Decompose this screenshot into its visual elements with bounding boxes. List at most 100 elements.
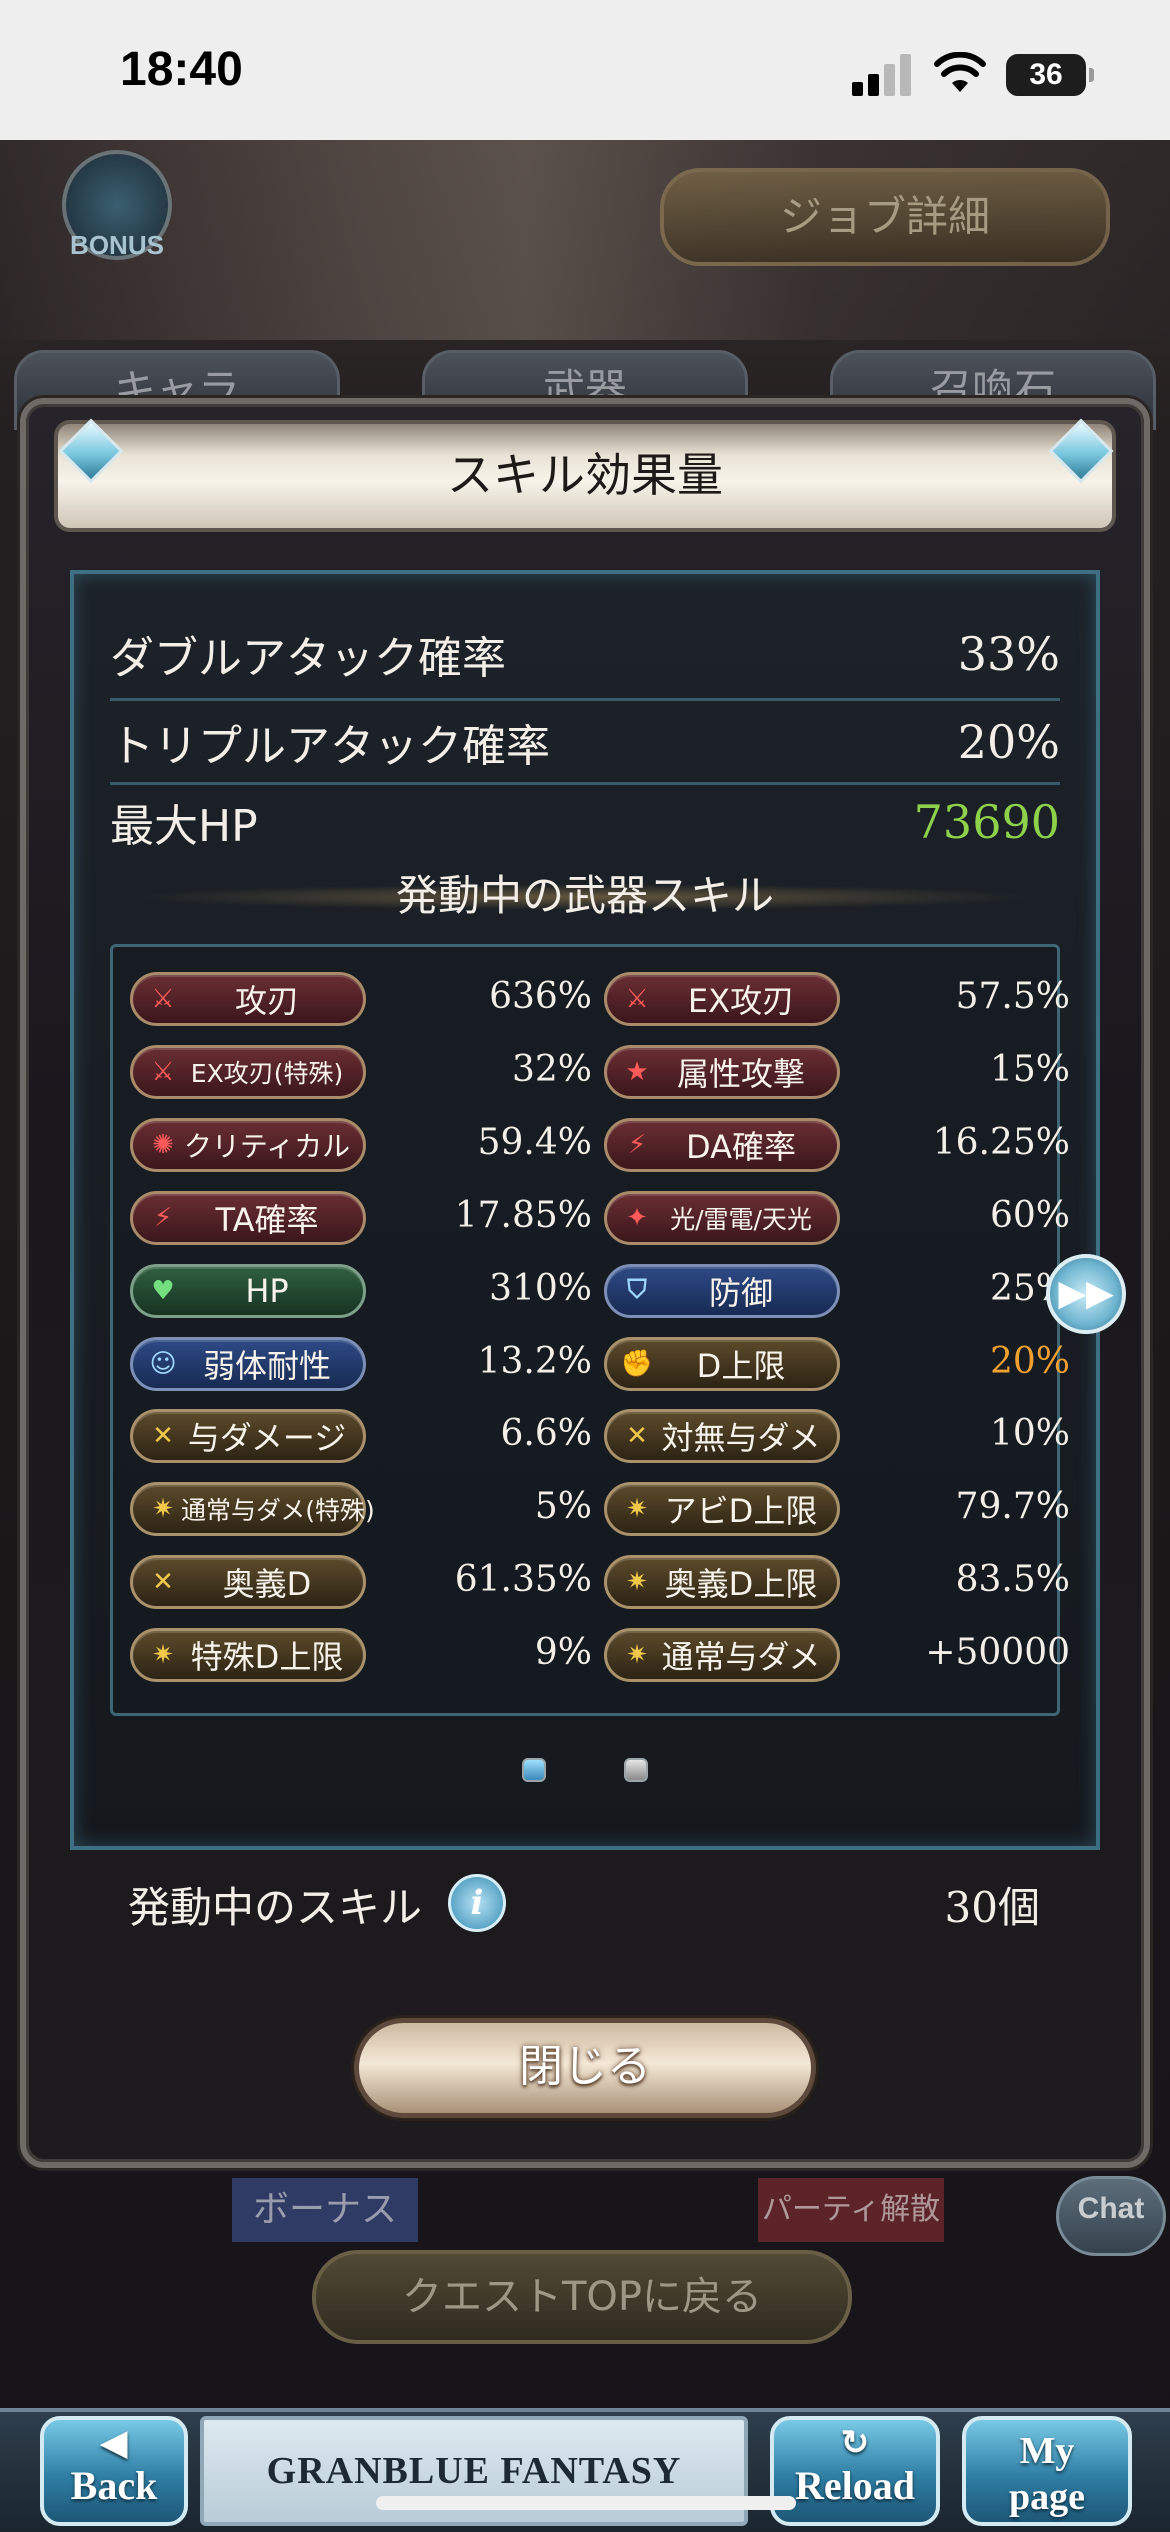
active-skills-count: 30個 (944, 1883, 1040, 1932)
skill-badge: ✷ 通常与ダメ(特殊) (130, 1482, 375, 1537)
signal-icon (852, 54, 914, 96)
skill-badge: ⛉ 防御 (604, 1263, 840, 1318)
skill-label: EX攻刃 (687, 982, 795, 1020)
skill-badge: ✷ アビD上限 (604, 1482, 840, 1537)
page-dot[interactable] (624, 1758, 648, 1782)
skill-label: 属性攻撃 (676, 1054, 805, 1093)
skill-label: HP (245, 1271, 289, 1310)
stat-label: 最大HP (110, 801, 258, 852)
skill-value: 57.5% (955, 976, 1070, 1017)
bonus-badge-label: BONUS (70, 230, 164, 260)
sparkle-icon: ✷ (626, 1494, 648, 1525)
skill-badge: ✷ 特殊D上限 (130, 1628, 366, 1683)
skill-value: 5% (534, 1486, 592, 1528)
bonus-tab: ボーナス (232, 2178, 418, 2242)
my-page-label: My page (1009, 2430, 1085, 2518)
next-page-arrow-icon[interactable]: ▶▶ (1046, 1254, 1126, 1334)
skill-badge: ♥ HP (130, 1263, 366, 1318)
page-dot-active[interactable] (522, 1758, 546, 1782)
back-button[interactable]: ◀ Back (40, 2416, 188, 2526)
skill-label: 奥義D (222, 1565, 312, 1604)
status-bar: 18:40 36 (0, 0, 1170, 140)
cross-swords-icon: ✕ (152, 1567, 174, 1598)
back-arrow-icon: ◀ (100, 2425, 128, 2462)
skill-value: 10% (989, 1413, 1070, 1455)
triple-slash-icon: ⚡ (153, 1202, 173, 1233)
stat-row-max-hp: 最大HP 73690 (110, 784, 1060, 860)
skill-value: 636% (489, 976, 592, 1017)
skill-label: 防御 (708, 1273, 773, 1312)
wifi-icon (934, 52, 986, 92)
skill-value: 310% (489, 1267, 592, 1309)
skill-value: 9% (534, 1632, 592, 1674)
skill-badge: ✺ クリティカル (130, 1117, 366, 1172)
skill-badge: ⚡ DA確率 (604, 1117, 840, 1172)
star-icon: ★ (625, 1056, 649, 1087)
skill-badge: ☺ 弱体耐性 (130, 1336, 366, 1391)
skill-badge: ★ 属性攻撃 (604, 1044, 840, 1099)
divider (110, 698, 1060, 701)
home-indicator (376, 2496, 796, 2510)
close-button[interactable]: 閉じる (354, 2018, 816, 2118)
sparkle-icon: ✷ (152, 1494, 174, 1525)
double-slash-icon: ⚡ (627, 1129, 647, 1160)
skill-badge: ✊ D上限 (604, 1336, 840, 1391)
sword-icon: ⚔ (151, 984, 175, 1014)
battery-icon: 36 (1006, 54, 1094, 96)
skill-badge: ✕ 対無与ダメ (604, 1409, 840, 1464)
skill-label: 攻刃 (234, 982, 299, 1020)
reload-label: Reload (795, 2463, 915, 2508)
skill-badge: ✦ 光/雷電/天光 (604, 1190, 840, 1245)
stat-value: 33% (957, 627, 1060, 681)
skill-badge: ⚡ TA確率 (130, 1190, 366, 1245)
job-detail-button: ジョブ詳細 (660, 168, 1110, 266)
skill-badge: ⚔ 攻刃 (130, 972, 366, 1026)
skill-value: 79.7% (955, 1486, 1070, 1528)
info-icon[interactable]: i (448, 1874, 506, 1932)
skill-label: 通常与ダメ (661, 1638, 821, 1677)
heart-icon: ♥ (151, 1275, 175, 1306)
reload-icon: ↻ (840, 2425, 870, 2462)
skill-value: 61.35% (454, 1559, 592, 1601)
section-title: 発動中の武器スキル (395, 871, 774, 920)
gauntlet-icon: ✊ (620, 1348, 654, 1379)
skill-label: 弱体耐性 (202, 1346, 331, 1385)
skill-label: 特殊D上限 (190, 1638, 344, 1677)
flame-icon: ✦ (626, 1202, 648, 1233)
skill-badge: ⚔ EX攻刃 (604, 972, 840, 1026)
quest-top-button: クエストTOPに戻る (312, 2250, 852, 2344)
skill-label: 対無与ダメ (661, 1419, 821, 1458)
chat-button[interactable]: Chat (1056, 2176, 1166, 2256)
sword-icon: ⚔ (151, 1056, 175, 1087)
my-page-button[interactable]: My page (962, 2416, 1132, 2526)
cross-swords-icon: ✕ (626, 1421, 648, 1452)
modal-title: スキル効果量 (447, 448, 723, 502)
skill-badge: ✕ 与ダメージ (130, 1409, 366, 1464)
skill-label: アビD上限 (664, 1492, 818, 1531)
skill-label: 与ダメージ (187, 1419, 347, 1458)
skill-value: 20% (989, 1340, 1070, 1382)
sparkle-icon: ✷ (152, 1640, 174, 1671)
status-time: 18:40 (120, 43, 243, 96)
skill-value: 32% (511, 1048, 592, 1090)
skill-label: DA確率 (686, 1127, 796, 1166)
stat-label: ダブルアタック確率 (110, 633, 506, 684)
skill-badge: ✷ 通常与ダメ (604, 1628, 840, 1683)
skill-label: 通常与ダメ(特殊) (181, 1496, 375, 1526)
party-disband-tab: パーティ解散 (758, 2178, 944, 2242)
sword-icon: ⚔ (625, 984, 649, 1014)
stat-row-triple-attack: トリプルアタック確率 20% (110, 704, 1060, 780)
skill-badge: ⚔ EX攻刃(特殊) (130, 1044, 366, 1099)
active-skills-label: 発動中のスキル (128, 1883, 423, 1932)
skill-value: +50000 (925, 1632, 1070, 1674)
person-icon: ☺ (149, 1348, 177, 1379)
skill-value: 17.85% (454, 1194, 592, 1236)
skill-label: 奥義D上限 (664, 1565, 818, 1604)
skill-value: 6.6% (500, 1413, 592, 1455)
skill-label: TA確率 (215, 1200, 319, 1239)
skill-label: EX攻刃(特殊) (190, 1058, 344, 1088)
reload-button[interactable]: ↻ Reload (770, 2416, 940, 2526)
stat-value: 73690 (913, 795, 1060, 849)
skill-value: 60% (989, 1194, 1070, 1236)
stat-label: トリプルアタック確率 (110, 721, 550, 772)
